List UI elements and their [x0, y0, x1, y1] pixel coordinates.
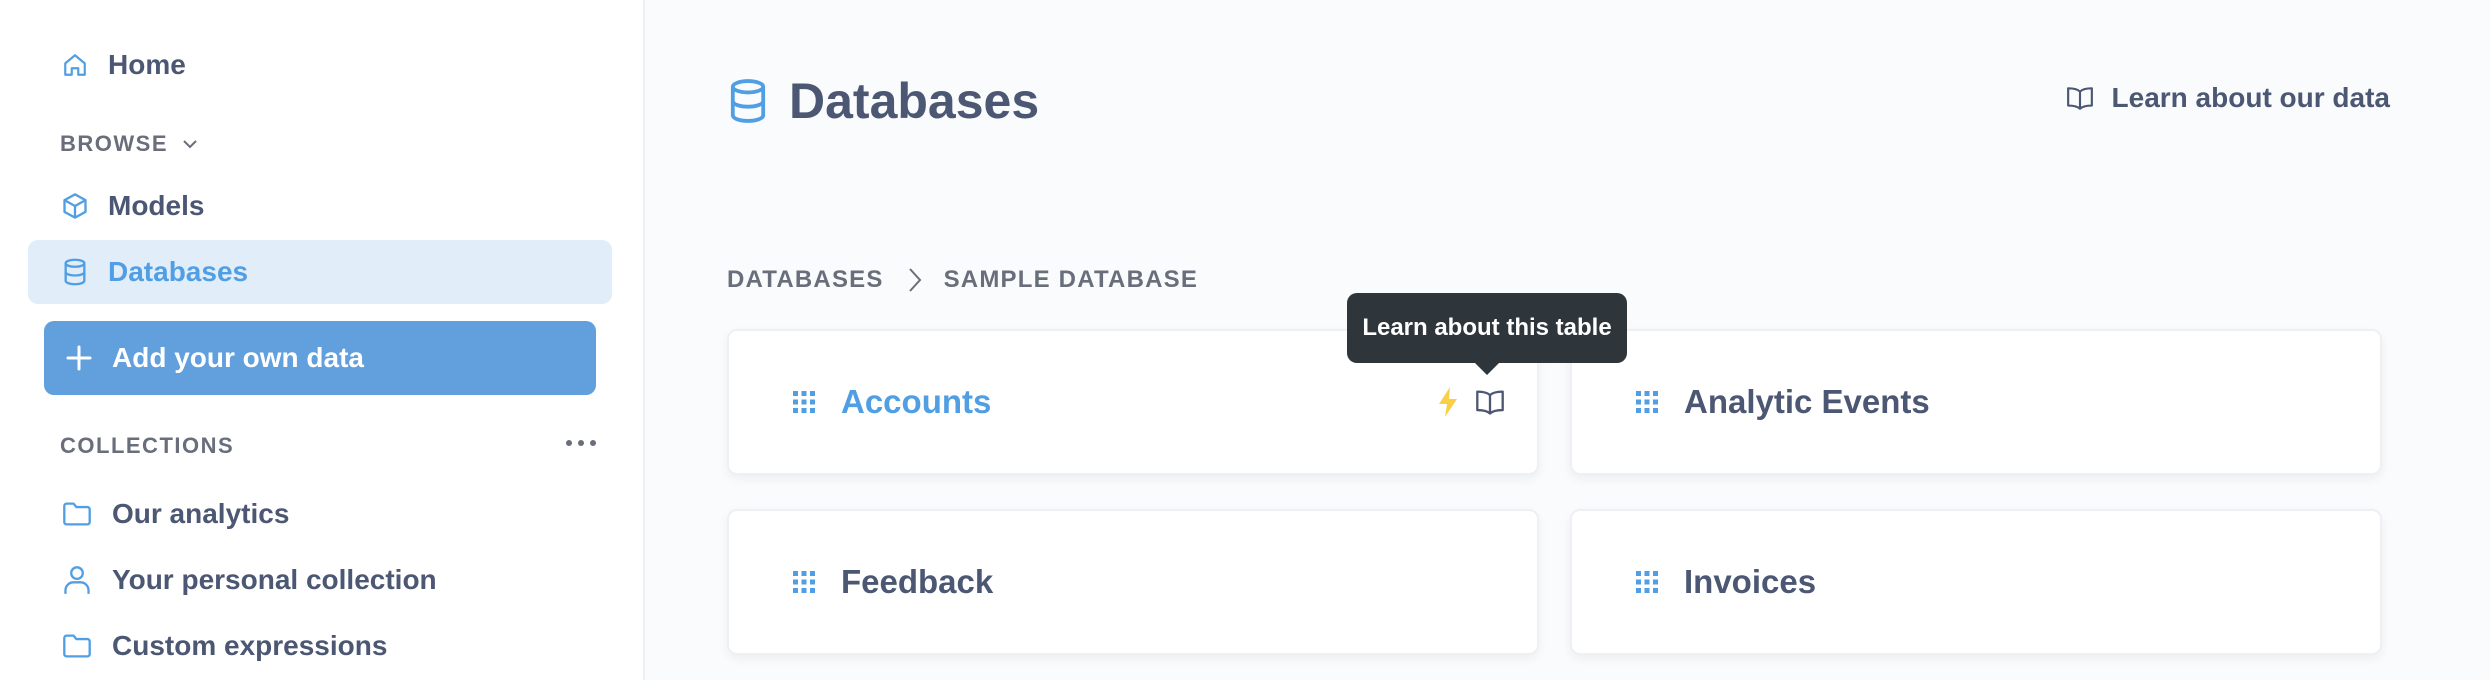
chevron-right-icon: [908, 267, 922, 293]
collections-section-header: COLLECTIONS: [60, 433, 234, 459]
sidebar: Home BROWSE Models Databases Add your ow…: [0, 0, 645, 680]
collection-item-our-analytics[interactable]: Our analytics: [28, 482, 612, 546]
sidebar-item-label: Home: [108, 49, 186, 80]
sidebar-item-label: Databases: [108, 256, 249, 287]
table-card-invoices[interactable]: Invoices: [1570, 509, 2382, 655]
breadcrumb-item-databases[interactable]: DATABASES: [727, 266, 884, 294]
bolt-icon[interactable]: [1437, 387, 1459, 417]
sidebar-item-label: Models: [108, 190, 205, 221]
sidebar-item-home[interactable]: Home: [28, 33, 612, 97]
collection-label: Our analytics: [112, 498, 290, 529]
collection-item-personal[interactable]: Your personal collection: [28, 548, 612, 612]
home-icon: [60, 50, 90, 80]
tooltip-text: Learn about this table: [1362, 314, 1612, 341]
browse-section-header[interactable]: BROWSE: [60, 131, 198, 157]
database-icon: [60, 257, 90, 287]
collections-label: COLLECTIONS: [60, 433, 235, 458]
table-name: Accounts: [841, 383, 992, 420]
table-name: Analytic Events: [1684, 383, 1930, 420]
sidebar-item-models[interactable]: Models: [28, 174, 612, 238]
learn-link-label: Learn about our data: [2111, 82, 2390, 113]
person-icon: [62, 565, 92, 595]
book-icon[interactable]: [1475, 389, 1505, 415]
more-options-icon[interactable]: [566, 432, 596, 454]
table-name: Invoices: [1684, 563, 1817, 600]
table-name: Feedback: [841, 563, 994, 600]
table-grid-icon: [1636, 391, 1658, 413]
learn-about-data-link[interactable]: Learn about our data: [2066, 82, 2390, 114]
database-icon: [730, 79, 766, 123]
collection-label: Custom expressions: [112, 630, 388, 661]
page-header: Databases: [729, 72, 1039, 130]
breadcrumb-item-sample-database: SAMPLE DATABASE: [943, 266, 1199, 293]
collection-item-custom-expressions[interactable]: Custom expressions: [28, 614, 612, 678]
table-grid-icon: [1636, 571, 1658, 593]
browse-label: BROWSE: [60, 131, 168, 156]
add-data-label: Add your own data: [112, 342, 364, 373]
folder-icon: [62, 631, 92, 661]
table-actions: [1437, 387, 1505, 417]
page-title: Databases: [789, 73, 1040, 129]
folder-icon: [62, 499, 92, 529]
collection-label: Your personal collection: [112, 564, 437, 595]
sidebar-item-databases[interactable]: Databases: [28, 240, 612, 304]
table-grid-icon: [793, 391, 815, 413]
chevron-down-icon: [182, 139, 198, 149]
breadcrumb: DATABASES SAMPLE DATABASE: [727, 266, 1198, 294]
book-icon: [2066, 87, 2093, 110]
table-card-feedback[interactable]: Feedback: [727, 509, 1539, 655]
table-card-analytic-events[interactable]: Analytic Events: [1570, 329, 2382, 475]
add-your-own-data-button[interactable]: Add your own data: [44, 321, 596, 395]
tooltip: Learn about this table: [1347, 293, 1627, 375]
table-grid-icon: [793, 571, 815, 593]
cube-icon: [60, 191, 90, 221]
plus-icon: [64, 343, 94, 373]
